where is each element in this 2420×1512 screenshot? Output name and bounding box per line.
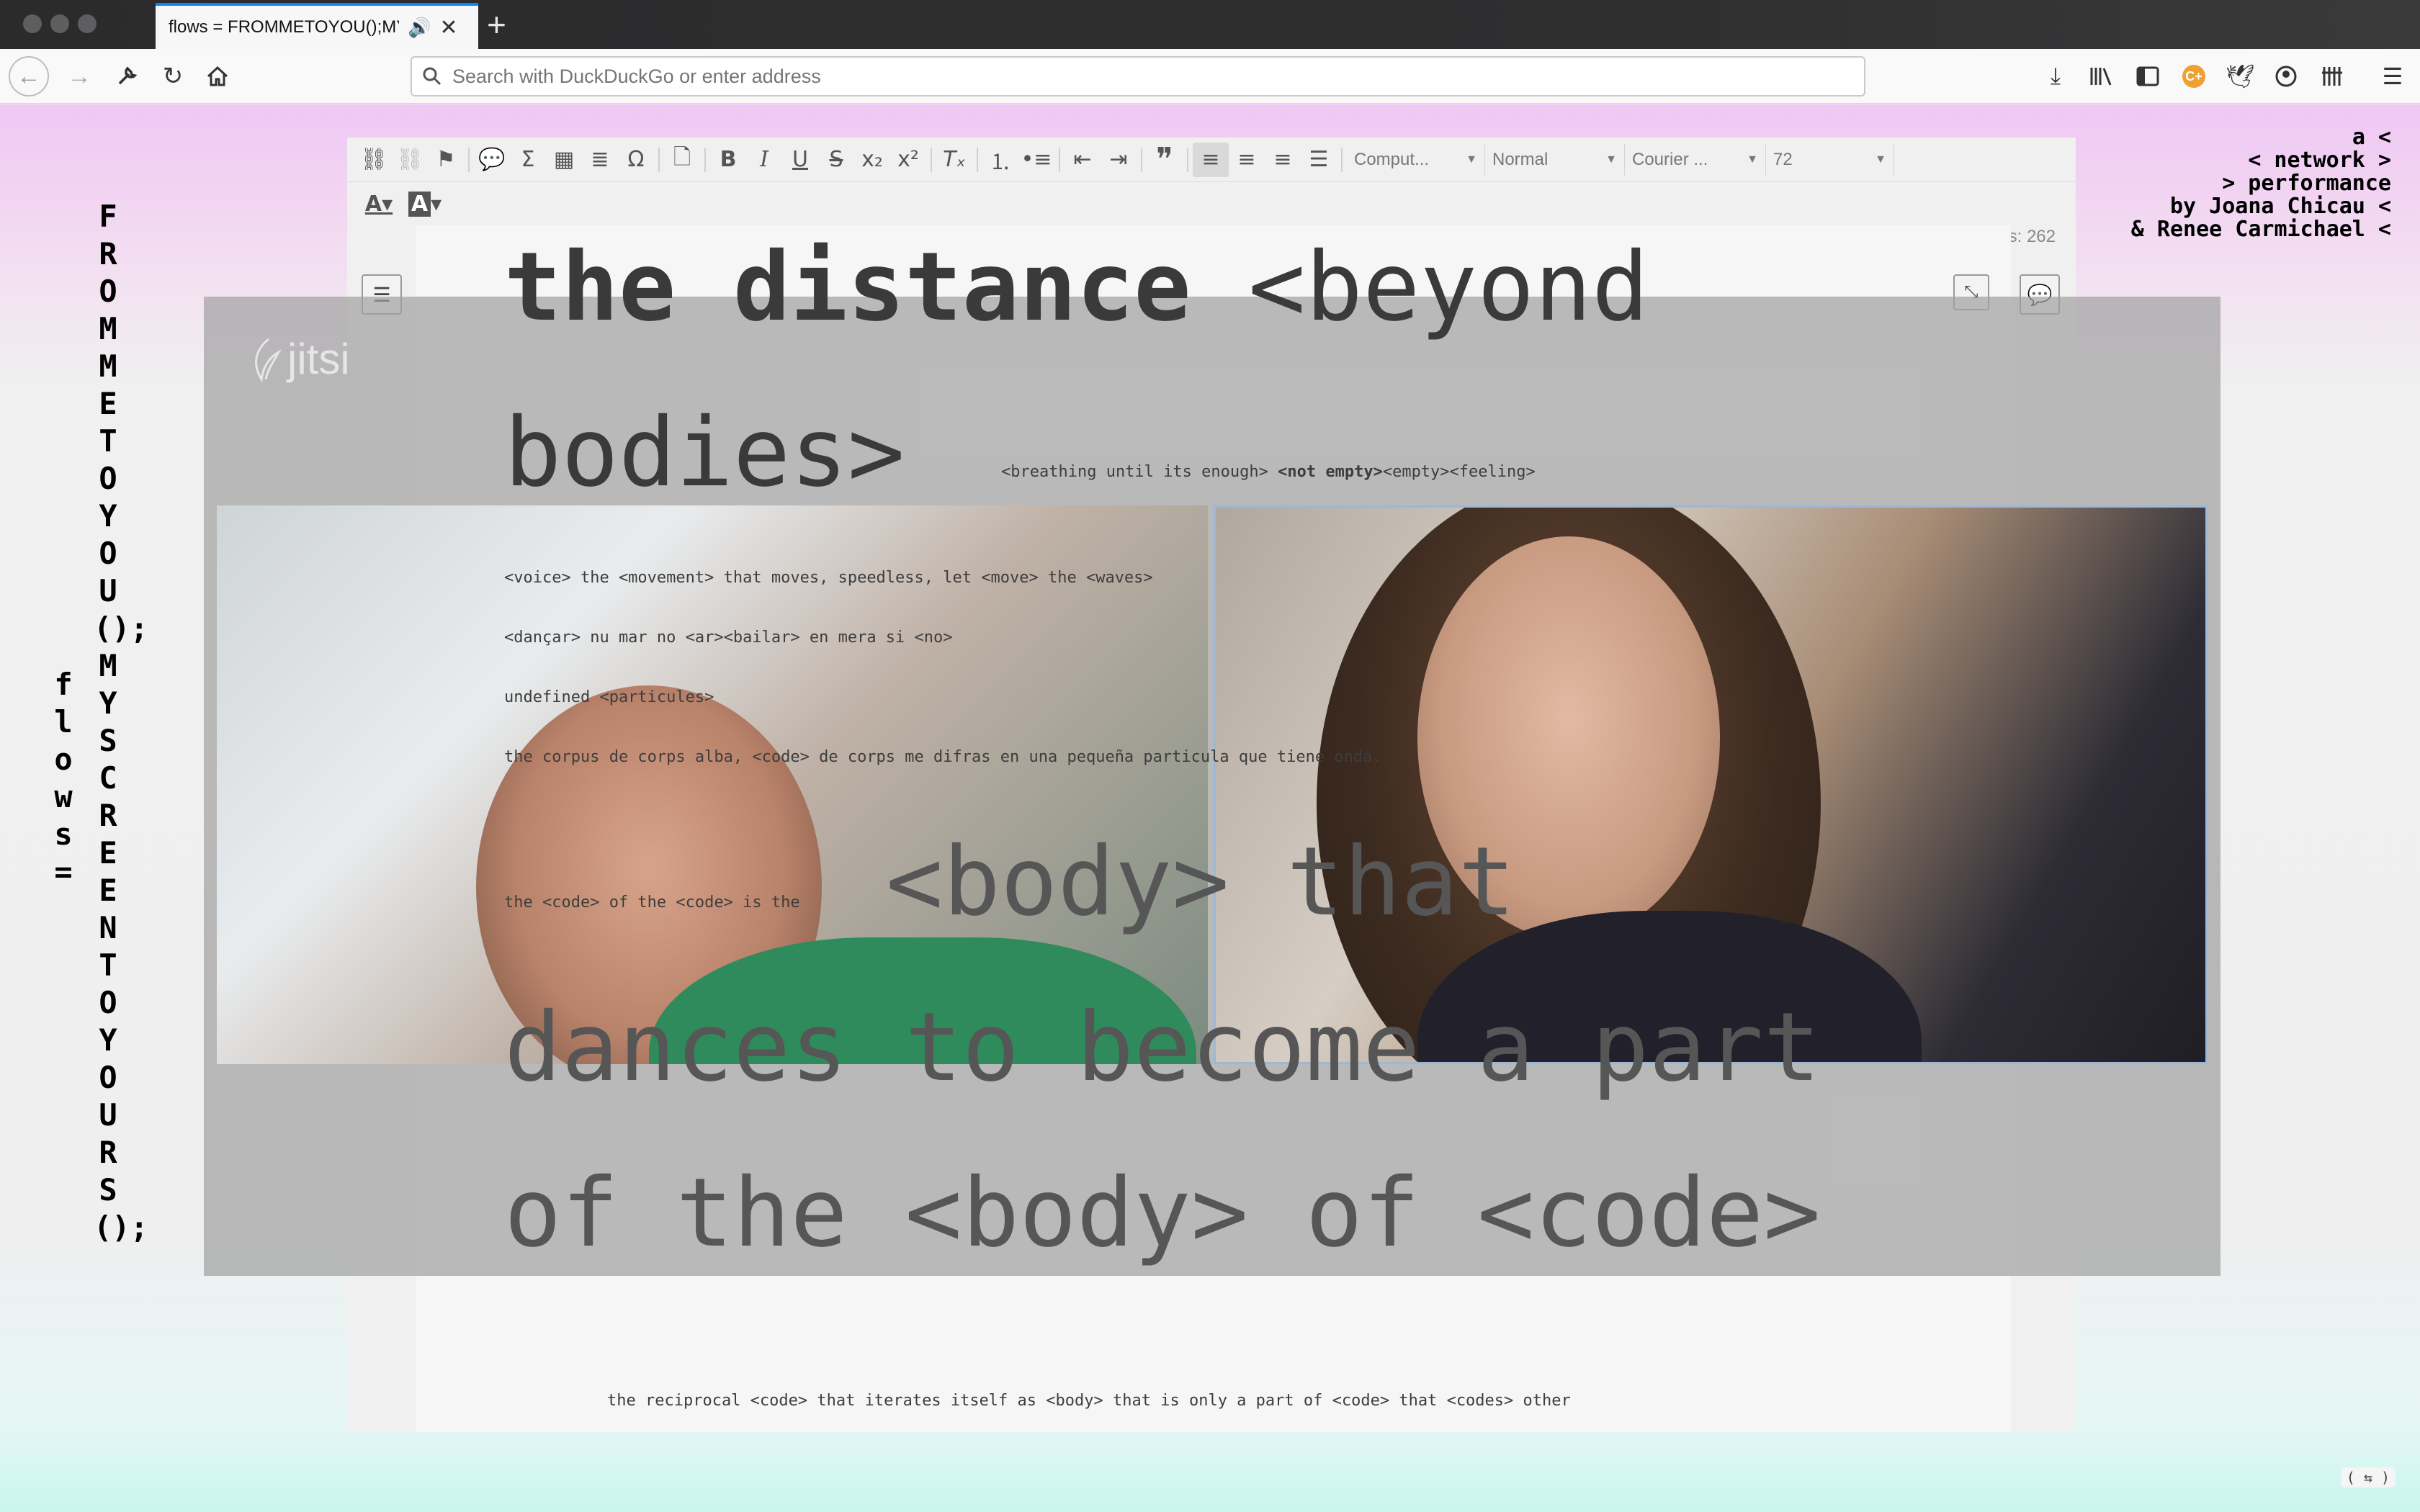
speaker-icon[interactable]: 🔊 [408,17,431,39]
font-size-dropdown[interactable]: 72 ▼ [1766,143,1894,176]
download-icon[interactable]: ⤓ [2038,59,2073,94]
line-reciprocal: the reciprocal <code> that iterates itse… [607,1392,1571,1410]
back-button[interactable]: ← [9,56,49,96]
line-voice: <voice> the <movement> that moves, speed… [504,569,1153,587]
chevron-down-icon: ▼ [1875,153,1886,166]
formula-icon[interactable]: Σ [510,143,546,177]
comment-icon[interactable]: 💬 [474,143,510,177]
blockquote-icon[interactable]: ❞ [1147,141,1183,178]
grid-icon[interactable] [2315,59,2349,94]
horizontal-line-icon[interactable]: ≣ [582,143,618,177]
line-corpus: the corpus de corps alba, <code> de corp… [504,748,1382,766]
wrench-icon[interactable] [108,58,145,95]
outdent-icon[interactable]: ⇤ [1065,143,1101,177]
table-icon[interactable]: ▦ [546,143,582,177]
bold-icon[interactable]: B [710,143,746,177]
jitsi-leaf-icon [255,338,282,382]
search-input[interactable] [452,65,1821,88]
close-tab-icon[interactable]: ✕ [439,15,457,40]
sidebar-icon[interactable] [2130,59,2165,94]
underline-icon[interactable]: U [782,143,818,177]
editor-toolbar: ⛓ ⛓ ⚑ 💬 Σ ▦ ≣ Ω 🗋 B I U S x₂ x² Tₓ ⒈ •≡ … [347,138,2076,182]
credits: a < < network > > performance by Joana C… [2130,125,2391,242]
extension-icon[interactable]: C+ [2177,59,2211,94]
justify-icon[interactable]: ☰ [1301,143,1337,177]
tab-strip: flows = FROMMETOYOU();MYSCREENTOYOURS();… [0,0,2420,49]
tab-title: flows = FROMMETOYOU();MYSCREENTOYOURS(); [169,17,399,37]
preview-icon[interactable]: 🗋 [664,143,700,177]
vertical-title-right: FROMMETOYOU();MYSCREENTOYOURS(); [94,199,148,1245]
align-left-icon[interactable]: ≡ [1193,142,1229,177]
navigation-bar: ← → ↻ ⤓ C+ 🕊 ☰ [0,49,2420,104]
line-code: the <code> of the <code> is the [504,894,800,912]
line-undefined: undefined <particules> [504,688,714,706]
text-color-icon[interactable]: A▾ [356,186,402,221]
line-dancar: <dançar> nu mar no <ar><bailar> en mera … [504,629,953,647]
jitsi-logo: jitsi [247,334,350,384]
zoom-window-button[interactable] [78,14,97,33]
breathing-line: <breathing until its enough> <not empty>… [1001,463,1536,481]
forward-button[interactable]: → [60,58,98,95]
chevron-down-icon: ▼ [1747,153,1758,166]
library-icon[interactable] [2084,59,2119,94]
indent-icon[interactable]: ⇥ [1101,143,1137,177]
page-content: FROMMETOYOU();MYSCREENTOYOURS(); flows =… [0,104,2420,1512]
vertical-title-left: flows = [54,667,73,889]
reload-button[interactable]: ↻ [154,58,192,95]
home-button[interactable] [199,58,236,95]
minimize-window-button[interactable] [50,14,69,33]
numbered-list-icon[interactable]: ⒈ [982,143,1018,177]
active-tab[interactable]: flows = FROMMETOYOU();MYSCREENTOYOURS();… [156,3,478,49]
align-center-icon[interactable]: ≡ [1229,143,1265,177]
big-body-that: <body> that [886,827,1516,937]
background-color-icon[interactable]: A ▾ [402,186,448,221]
heading-line-1: the distance <beyond [504,232,1649,343]
superscript-icon[interactable]: x² [890,143,926,177]
unlink-icon[interactable]: ⛓ [392,143,428,177]
big-dances: dances to become a part [504,992,1821,1103]
menu-icon[interactable]: ☰ [2375,59,2410,94]
big-of-body-code: of the <body> of <code> [504,1158,1821,1269]
heading-line-2: bodies> [504,397,905,508]
strikethrough-icon[interactable]: S [818,143,854,177]
account-icon[interactable] [2269,59,2303,94]
subscript-icon[interactable]: x₂ [854,143,890,177]
editor-toolbar-secondary: A▾ A ▾ [347,182,2076,225]
url-bar[interactable] [411,56,1865,96]
clear-format-icon[interactable]: Tₓ [936,143,972,177]
font-dropdown[interactable]: Courier ... ▼ [1625,143,1766,176]
link-icon[interactable]: ⛓ [356,143,392,177]
format-dropdown[interactable]: Comput... ▼ [1347,143,1485,176]
chevron-down-icon: ▼ [1466,153,1477,166]
anchor-flag-icon[interactable]: ⚑ [428,143,464,177]
align-right-icon[interactable]: ≡ [1265,143,1301,177]
style-dropdown[interactable]: Normal ▼ [1485,143,1625,176]
bird-icon[interactable]: 🕊 [2223,59,2257,94]
status-pill[interactable]: ( ⇆ ) [2340,1467,2396,1488]
close-window-button[interactable] [23,14,42,33]
chevron-down-icon: ▼ [1605,153,1617,166]
video-tile-left[interactable] [217,505,1208,1064]
video-tile-right[interactable] [1214,505,2208,1064]
new-tab-button[interactable]: + [487,4,506,45]
bulleted-list-icon[interactable]: •≡ [1018,143,1054,177]
special-char-icon[interactable]: Ω [618,143,654,177]
italic-icon[interactable]: I [746,143,782,177]
search-icon [423,67,442,86]
